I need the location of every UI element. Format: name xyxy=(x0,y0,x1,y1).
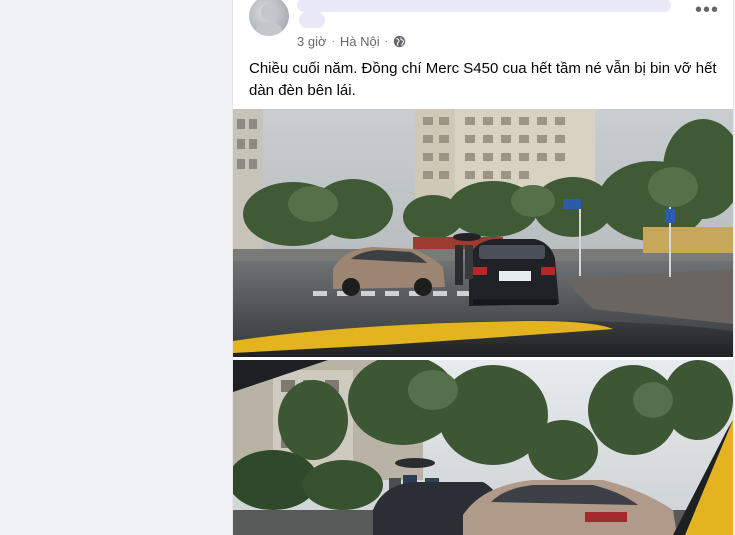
post-photo-2[interactable] xyxy=(233,360,733,535)
post-caption: Chiều cuối năm. Đồng chí Merc S450 cua h… xyxy=(249,60,717,99)
more-options-button[interactable]: ••• xyxy=(695,0,720,21)
black-mercedes xyxy=(469,239,559,306)
post-location[interactable]: Hà Nội xyxy=(340,34,380,49)
meta-separator-2: · xyxy=(384,36,388,47)
post-photo-1[interactable] xyxy=(233,109,733,357)
post-timestamp[interactable]: 3 giờ xyxy=(297,34,327,49)
more-horizontal-icon: ••• xyxy=(695,0,720,21)
photo-street-intersection xyxy=(233,109,733,357)
post-card: ••• 3 giờ · Hà Nội · Chiều cuối năm. Đồn… xyxy=(232,0,734,535)
globe-icon[interactable] xyxy=(393,35,406,48)
post-meta: 3 giờ · Hà Nội · xyxy=(297,34,406,49)
meta-separator: · xyxy=(331,36,335,47)
avatar[interactable] xyxy=(249,0,289,36)
photo-side-street xyxy=(233,360,733,535)
author-name-redacted xyxy=(297,0,671,12)
author-name-redacted-tail xyxy=(299,12,325,28)
